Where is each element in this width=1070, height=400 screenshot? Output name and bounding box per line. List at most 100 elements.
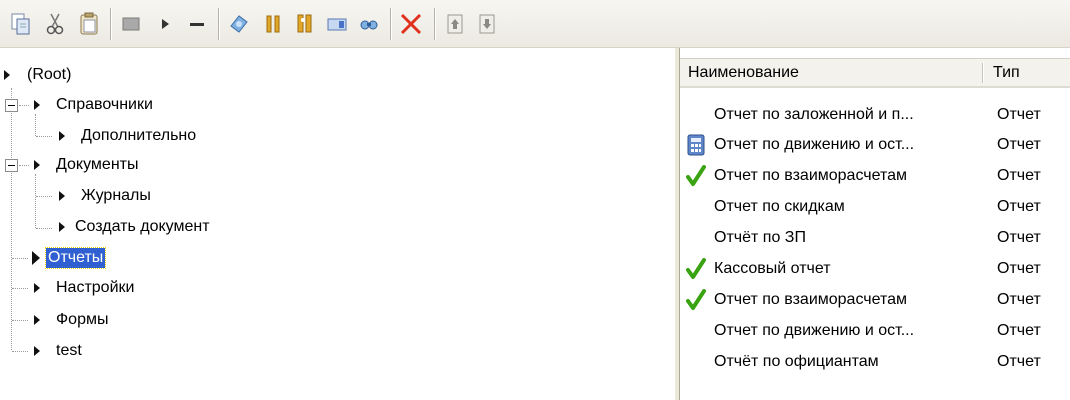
tree-connector (36, 196, 52, 197)
expand-arrow-icon (59, 222, 65, 232)
report-type: Отчет (997, 260, 1041, 277)
tree-connector (19, 105, 29, 106)
tree-item-otchety[interactable]: Отчеты (32, 243, 107, 273)
tree-item-label: (Root) (27, 66, 72, 83)
list-row[interactable]: Отчёт по официантам Отчет (680, 347, 1070, 377)
tree-connector (19, 165, 29, 166)
properties-icon[interactable] (226, 11, 252, 37)
collapse-toggle[interactable] (5, 99, 18, 112)
expand-arrow-icon (59, 191, 65, 201)
play-icon[interactable] (152, 11, 178, 37)
checkmark-icon (684, 164, 708, 188)
tree-item-label: test (56, 342, 82, 359)
tree-connector (12, 288, 28, 289)
move-down-icon[interactable] (474, 11, 500, 37)
tree-item-dopolnitelno[interactable]: Дополнительно (59, 121, 196, 151)
collapse-toggle[interactable] (5, 159, 18, 172)
tree-panel: (Root) Справочники Дополнительно Докумен… (0, 48, 674, 400)
column-header-name[interactable]: Наименование (680, 59, 985, 87)
report-name: Отчет по заложенной и п... (714, 106, 914, 123)
report-name: Отчёт по официантам (714, 353, 879, 370)
report-name: Кассовый отчет (714, 260, 831, 277)
expand-arrow-icon (59, 131, 65, 141)
report-name: Отчет по скидкам (714, 198, 845, 215)
list-row[interactable]: Отчёт по ЗП Отчет (680, 223, 1070, 253)
tree-connector (12, 320, 28, 321)
stop-icon[interactable] (118, 11, 144, 37)
report-type: Отчет (997, 198, 1041, 215)
tree-item-zhurnaly[interactable]: Журналы (59, 181, 151, 211)
tree-connector (35, 174, 36, 228)
report-type: Отчет (997, 167, 1041, 184)
expand-arrow-icon (34, 160, 40, 170)
report-name: Отчет по взаиморасчетам (714, 167, 908, 184)
report-type: Отчет (997, 322, 1041, 339)
tree-item-formy[interactable]: Формы (34, 305, 108, 335)
tree-connector (12, 351, 28, 352)
tree-item-label: Справочники (56, 96, 153, 113)
list-row[interactable]: Отчет по движению и ост... Отчет (680, 130, 1070, 160)
expand-arrow-icon (34, 283, 40, 293)
toolbar-separator (434, 8, 436, 40)
report-type: Отчет (997, 106, 1041, 123)
tree-item-label-selected: Отчеты (44, 247, 107, 269)
report-type: Отчет (997, 136, 1041, 153)
tree-connector (36, 136, 52, 137)
list-header: Наименование Тип (680, 58, 1070, 88)
expand-arrow-icon (34, 315, 40, 325)
cut-icon[interactable] (42, 11, 68, 37)
module-icon[interactable] (324, 11, 350, 37)
tree-item-label: Документы (56, 156, 139, 173)
list-row[interactable]: Отчет по скидкам Отчет (680, 192, 1070, 222)
report-name: Отчет по движению и ост... (714, 322, 915, 339)
expand-arrow-icon (4, 70, 10, 80)
tree-item-label: Дополнительно (81, 127, 197, 144)
toolbar (0, 0, 1070, 48)
checkmark-icon (684, 257, 708, 281)
toolbar-separator (110, 8, 112, 40)
expand-arrow-icon (34, 346, 40, 356)
report-name: Отчет по взаиморасчетам (714, 291, 908, 308)
find-icon[interactable] (292, 11, 318, 37)
column-header-label: Тип (993, 64, 1020, 81)
toolbar-separator (390, 8, 392, 40)
move-up-icon[interactable] (442, 11, 468, 37)
tree-item-label: Формы (56, 311, 109, 328)
tree-item-spravochniki[interactable]: Справочники (34, 90, 153, 120)
column-header-label: Наименование (688, 64, 799, 81)
tree-item-label: Настройки (56, 279, 135, 296)
reports-list: Наименование Тип Отчет по заложенной и п… (680, 48, 1070, 400)
report-type: Отчет (997, 229, 1041, 246)
list-row[interactable]: Отчет по движению и ост... Отчет (680, 316, 1070, 346)
expand-arrow-icon (34, 100, 40, 110)
report-type: Отчет (997, 291, 1041, 308)
list-row[interactable]: Отчет по взаиморасчетам Отчет (680, 285, 1070, 315)
tree-item-nastroiki[interactable]: Настройки (34, 273, 134, 303)
column-header-type[interactable]: Тип (985, 59, 1070, 87)
tools-icon[interactable] (260, 11, 286, 37)
tree-item-dokumenty[interactable]: Документы (34, 150, 138, 180)
list-row[interactable]: Кассовый отчет Отчет (680, 254, 1070, 284)
tree-item-root[interactable]: (Root) (4, 60, 71, 90)
copy-icon[interactable] (8, 11, 34, 37)
tree-connector (36, 228, 52, 229)
binoculars-icon[interactable] (356, 11, 382, 37)
list-row[interactable]: Отчет по заложенной и п... Отчет (680, 100, 1070, 130)
expand-arrow-icon (32, 251, 40, 265)
calculator-icon (684, 133, 708, 157)
delete-icon[interactable] (398, 11, 424, 37)
checkmark-icon (684, 288, 708, 312)
tree-item-sozdat-dokument[interactable]: Создать документ (59, 212, 210, 242)
report-name: Отчёт по ЗП (714, 229, 806, 246)
tree-item-test[interactable]: test (34, 336, 82, 366)
report-name: Отчет по движению и ост... (714, 136, 915, 153)
list-row[interactable]: Отчет по взаиморасчетам Отчет (680, 161, 1070, 191)
column-separator[interactable] (982, 63, 984, 83)
tree-item-label: Журналы (81, 187, 151, 204)
tree-item-label: Создать документ (75, 218, 210, 235)
paste-icon[interactable] (76, 11, 102, 37)
minus-icon[interactable] (184, 11, 210, 37)
tree-connector (11, 88, 12, 350)
tree-connector (12, 258, 28, 259)
toolbar-separator (218, 8, 220, 40)
